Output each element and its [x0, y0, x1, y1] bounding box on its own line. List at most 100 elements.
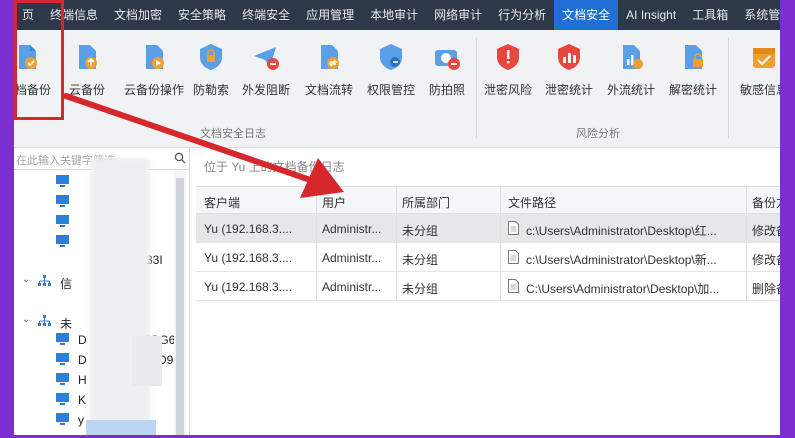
cell-client: Yu (192.168.3....	[204, 251, 293, 265]
nav-item-doc-encryption[interactable]: 文档加密	[106, 0, 170, 30]
leak-risk-label: 泄密风险	[483, 83, 532, 97]
sensitive-info-icon	[753, 48, 775, 68]
tree-node-label: y	[78, 413, 84, 427]
cell-method: 删除备份	[752, 282, 780, 296]
cloud-backup-label: 云备份	[68, 83, 105, 97]
org-group-icon	[38, 315, 51, 326]
outflow-stats-label: 外流统计	[606, 83, 655, 97]
column-divider[interactable]	[396, 186, 397, 301]
nav-item-doc-security[interactable]: 文档安全	[554, 0, 619, 30]
cloud-backup-ops-icon	[146, 45, 164, 69]
send-block-icon	[254, 47, 279, 70]
table-header: 客户端 用户 所属部门 文件路径 备份方式	[196, 186, 780, 214]
table-row[interactable]: Yu (192.168.3.... Administr... 未分组 c:\Us…	[196, 214, 780, 243]
nav-item-toolbox[interactable]: 工具箱	[684, 0, 736, 30]
outbound-block-label: 外发阻断	[241, 83, 290, 97]
nav-item-network-audit[interactable]: 网络审计	[426, 0, 490, 30]
nav-item-local-audit[interactable]: 本地审计	[362, 0, 426, 30]
cloud-backup-icon	[79, 45, 97, 69]
cell-user: Administr...	[322, 222, 382, 236]
col-header-user[interactable]: 用户	[322, 194, 346, 211]
doc-flow-button[interactable]: 文档流转	[298, 38, 360, 104]
page-title: 位于 Yu 上的文档备份日志	[204, 160, 345, 174]
tree-node-label: H	[78, 373, 87, 387]
shield-key-icon	[380, 44, 402, 70]
anti-ransomware-label: 防勒索	[192, 83, 229, 97]
nav-item-security-policy[interactable]: 安全策略	[170, 0, 234, 30]
sensitive-info-button[interactable]: 敏感信息	[732, 38, 780, 104]
cell-dept: 未分组	[402, 253, 439, 267]
top-nav: 页 终端信息 文档加密 安全策略 终端安全 应用管理 本地审计 网络审计 行为分…	[14, 0, 780, 30]
column-divider[interactable]	[500, 186, 501, 301]
tree-node-label: D	[78, 333, 87, 347]
decrypt-stats-button[interactable]: 解密统计	[662, 38, 724, 104]
computer-icon	[56, 373, 69, 385]
computer-icon	[56, 235, 69, 247]
cell-method: 修改备份	[752, 224, 780, 238]
anti-ransomware-button[interactable]: 防勒索	[180, 38, 242, 104]
computer-icon	[56, 393, 69, 405]
outbound-block-button[interactable]: 外发阻断	[236, 38, 296, 104]
anti-photo-label: 防拍照	[428, 83, 465, 97]
scrollbar-thumb[interactable]	[176, 178, 184, 435]
leak-stats-label: 泄密统计	[544, 83, 593, 97]
column-divider[interactable]	[746, 186, 747, 301]
col-header-method[interactable]: 备份方式	[752, 194, 780, 211]
cloud-backup-ops-label: 云备份操作	[123, 83, 184, 97]
org-group-icon	[38, 275, 51, 286]
doc-flow-label: 文档流转	[304, 83, 353, 97]
col-header-dept[interactable]: 所属部门	[402, 194, 450, 211]
cell-path: c:\Users\Administrator\Desktop\红...	[526, 224, 717, 238]
app-window: 页 终端信息 文档加密 安全策略 终端安全 应用管理 本地审计 网络审计 行为分…	[14, 0, 780, 435]
risk-shield-icon	[497, 44, 519, 70]
cell-user: Administr...	[322, 280, 382, 294]
tree-node-label: K	[78, 393, 87, 407]
redaction-blur	[132, 336, 162, 386]
annotation-highlight-box	[14, 0, 64, 120]
shield-lock-icon	[200, 44, 222, 70]
nav-item-ai-insight[interactable]: AI Insight	[618, 0, 684, 30]
file-icon	[508, 279, 519, 293]
nav-item-app-management[interactable]: 应用管理	[298, 0, 362, 30]
leak-risk-button[interactable]: 泄密风险	[477, 38, 539, 104]
nav-item-behavior-analysis[interactable]: 行为分析	[490, 0, 554, 30]
column-divider[interactable]	[316, 186, 317, 301]
cell-dept: 未分组	[402, 282, 439, 296]
file-icon	[508, 250, 519, 264]
search-icon[interactable]	[174, 152, 186, 164]
tree-group-label: 信	[60, 277, 73, 291]
computer-icon	[56, 215, 69, 227]
nav-item-system-management[interactable]: 系统管理	[736, 0, 780, 30]
chevron-down-icon[interactable]: ⌄	[22, 314, 30, 325]
cell-path: C:\Users\Administrator\Desktop\加...	[526, 282, 720, 296]
leak-stats-button[interactable]: 泄密统计	[538, 38, 600, 104]
anti-photo-button[interactable]: 防拍照	[416, 38, 478, 104]
outflow-stats-button[interactable]: 外流统计	[600, 38, 662, 104]
ribbon-separator	[728, 38, 729, 138]
cell-client: Yu (192.168.3....	[204, 222, 293, 236]
col-header-client[interactable]: 客户端	[204, 194, 240, 211]
tree-node-label: D	[78, 353, 87, 367]
tree-selected-row[interactable]	[86, 420, 156, 435]
table-row[interactable]: Yu (192.168.3.... Administr... 未分组 c:\Us…	[196, 243, 780, 272]
camera-block-icon	[435, 50, 460, 70]
outflow-stats-icon	[623, 45, 643, 69]
cloud-backup-button[interactable]: 云备份	[56, 38, 118, 104]
nav-item-terminal-security[interactable]: 终端安全	[234, 0, 298, 30]
ribbon-toolbar: 文档备份 云备份 云备份操作 防勒索 外发阻断 文档流转 权限管控 防拍照	[14, 30, 780, 148]
sensitive-info-label: 敏感信息	[739, 83, 780, 97]
group-label-doc-security-log: 文档安全日志	[200, 128, 266, 140]
cell-client: Yu (192.168.3....	[204, 280, 293, 294]
cell-dept: 未分组	[402, 224, 439, 238]
decrypt-stats-label: 解密统计	[668, 83, 717, 97]
computer-icon	[56, 353, 69, 365]
col-header-path[interactable]: 文件路径	[508, 194, 556, 211]
redaction-blur	[90, 158, 150, 435]
tree-scrollbar[interactable]	[174, 170, 186, 435]
file-icon	[508, 221, 519, 235]
table-row[interactable]: Yu (192.168.3.... Administr... 未分组 C:\Us…	[196, 272, 780, 301]
computer-icon	[56, 195, 69, 207]
permission-control-button[interactable]: 权限管控	[360, 38, 422, 104]
chevron-down-icon[interactable]: ⌄	[22, 274, 30, 285]
doc-flow-icon	[321, 45, 339, 69]
